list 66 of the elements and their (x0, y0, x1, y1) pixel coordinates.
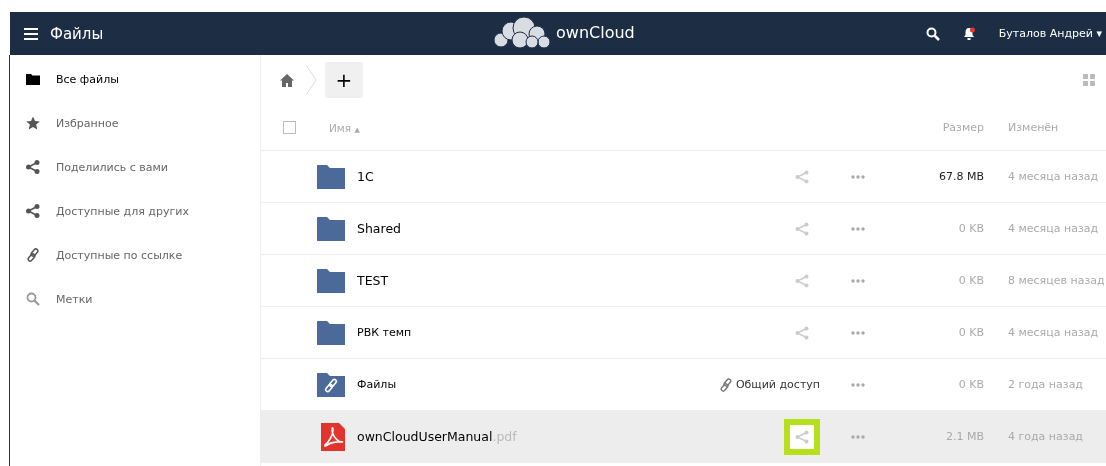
breadcrumb-separator-icon (305, 65, 317, 95)
sidebar-item[interactable]: Избранное (10, 101, 260, 145)
folder-icon (317, 268, 345, 293)
sidebar-item[interactable]: Поделились с вами (10, 145, 260, 189)
search-icon (925, 26, 940, 41)
menu-icon (24, 27, 38, 40)
size-cell-text: 0 KB (957, 326, 984, 339)
file-name[interactable]: ownCloudUserManual.pdf (357, 429, 630, 444)
share-icon (795, 325, 809, 340)
file-row[interactable]: 1C 67.8 MB 4 месяца назад (261, 151, 1106, 203)
shared-folder-icon (317, 372, 345, 397)
share-icon (795, 221, 809, 236)
more-icon (851, 278, 865, 283)
home-icon (280, 73, 294, 87)
file-row[interactable]: ownCloudUserManual.pdf 2.1 MB 4 года назад (261, 411, 1106, 463)
file-row[interactable]: РВК темп 0 KB 4 месяца назад (261, 307, 1106, 359)
more-icon (851, 434, 865, 439)
link-icon (718, 377, 733, 392)
app-menu-button[interactable]: Файлы (10, 12, 118, 55)
folder-icon (317, 164, 345, 189)
cloud-logo-icon (492, 16, 552, 48)
share-icon (26, 160, 40, 174)
share-status-button[interactable]: Общий доступ (718, 377, 820, 392)
file-name[interactable]: Shared (357, 221, 630, 236)
sidebar-item[interactable]: Доступные для других (10, 189, 260, 233)
file-name[interactable]: Файлы (357, 378, 630, 391)
grid-icon (1083, 74, 1095, 86)
more-icon (851, 174, 865, 179)
folder-icon (317, 320, 345, 345)
modified-cell-text: 4 месяца назад (1007, 222, 1100, 235)
size-cell-text: 0 KB (957, 222, 984, 235)
select-all-checkbox[interactable] (283, 121, 296, 134)
more-icon (851, 226, 865, 231)
modified-cell-text: 2 года назад (1007, 378, 1084, 391)
file-row[interactable]: TEST 0 KB 8 месяцев назад (261, 255, 1106, 307)
search-icon (26, 292, 40, 306)
share-icon (795, 429, 809, 444)
new-button[interactable]: + (325, 62, 363, 98)
sidebar-item[interactable]: Доступные по ссылке (10, 233, 260, 277)
modified-cell-text: 4 года назад (1007, 430, 1084, 443)
folder-icon (317, 216, 345, 241)
size-cell-text: 2.1 MB (944, 430, 984, 443)
brand-name: ownCloud (556, 22, 635, 42)
share-icon (795, 169, 809, 184)
link-icon (26, 248, 40, 262)
sidebar-item[interactable]: Метки (10, 277, 260, 321)
pdf-icon (321, 422, 345, 451)
share-icon (795, 273, 809, 288)
size-cell-text: 67.8 MB (937, 170, 984, 183)
size-cell-text: 0 KB (957, 274, 984, 287)
more-icon (851, 330, 865, 335)
file-name[interactable]: РВК темп (357, 326, 630, 339)
user-menu-button[interactable]: Буталов Андрей ▾ (986, 12, 1106, 55)
folder-icon (26, 73, 40, 85)
modified-cell-text: 8 месяцев назад (1007, 274, 1106, 287)
sidebar-item[interactable]: Все файлы (10, 57, 260, 101)
file-name[interactable]: 1C (357, 169, 630, 184)
share-icon (26, 204, 40, 218)
modified-cell-text: 4 месяца назад (1007, 170, 1100, 183)
modified-cell-text: 4 месяца назад (1007, 326, 1100, 339)
size-cell-text: 0 KB (957, 378, 984, 391)
more-icon (851, 382, 865, 387)
share-button[interactable] (784, 418, 820, 455)
file-row[interactable]: Shared 0 KB 4 месяца назад (261, 203, 1106, 255)
star-icon (26, 116, 40, 130)
file-name[interactable]: TEST (357, 273, 630, 288)
